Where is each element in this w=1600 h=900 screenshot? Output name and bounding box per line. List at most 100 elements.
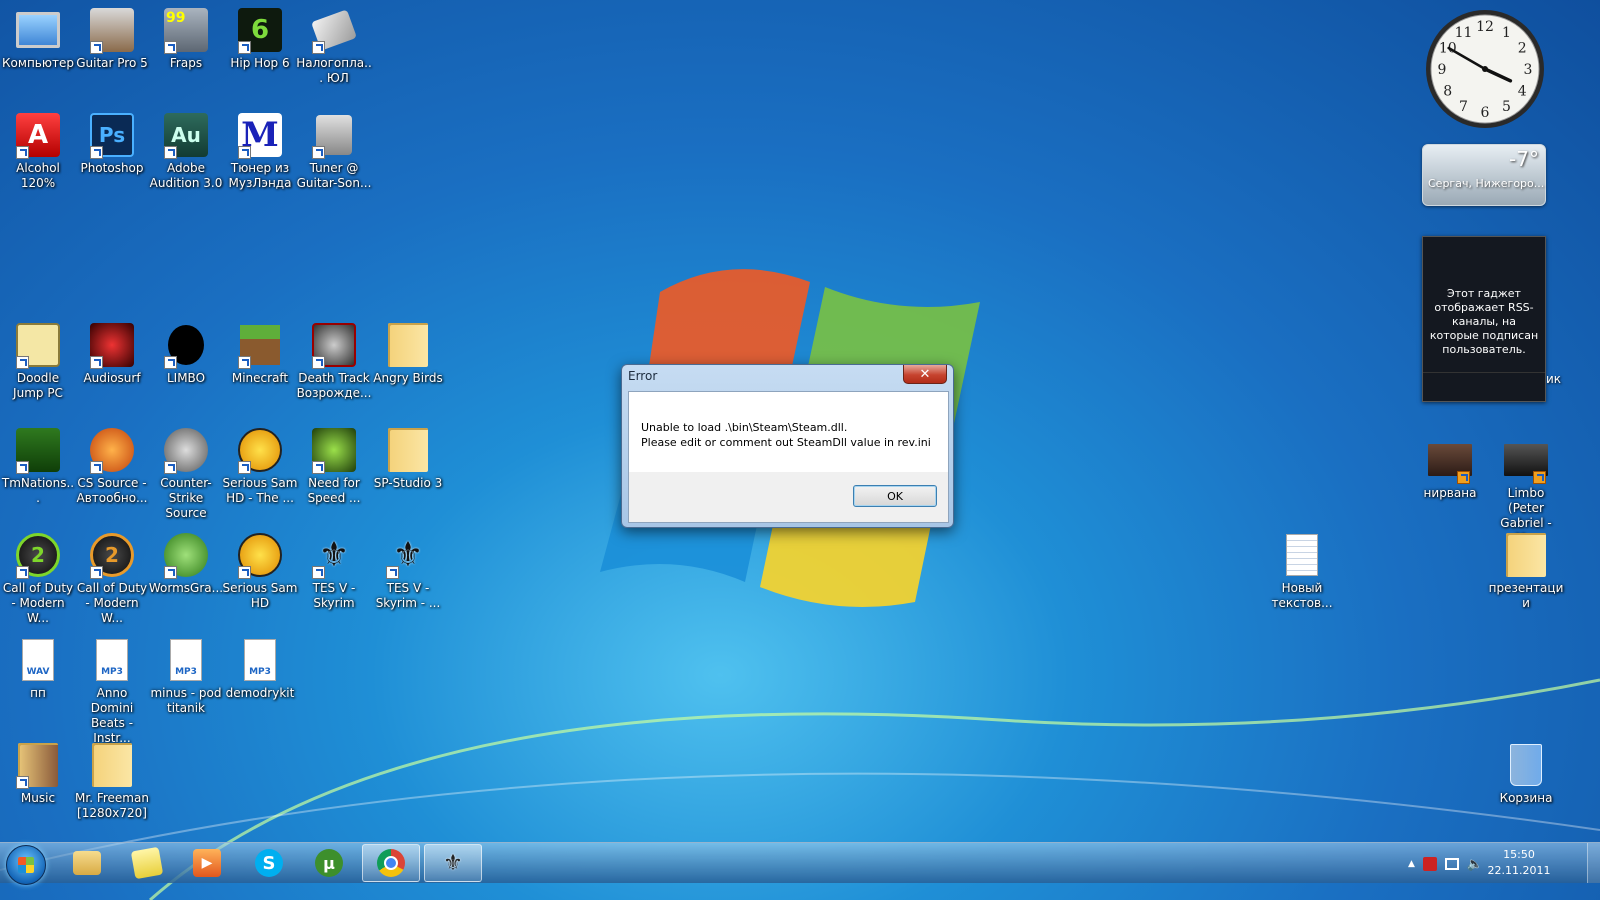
limbo-icon — [162, 321, 210, 369]
desktop-icon-tmnations[interactable]: TmNations... — [0, 426, 76, 506]
desktop-icon-photoshop[interactable]: Ps Photoshop — [74, 111, 150, 176]
shortcut-arrow-icon — [238, 41, 251, 54]
desktop-icon-music[interactable]: Music — [0, 741, 76, 806]
taskbar-chrome[interactable] — [362, 844, 420, 882]
desktop-icon-label: Serious Sam HD - The ... — [222, 476, 298, 505]
desktop-icon-limbo-video[interactable]: Limbo (Peter Gabriel - M... — [1488, 436, 1564, 546]
desktop-icon-minecraft[interactable]: Minecraft — [222, 321, 298, 386]
clock-numeral: 1 — [1502, 25, 1511, 41]
desktop-icon-skyrim[interactable]: ⚜ TES V - Skyrim — [296, 531, 372, 611]
desktop-icon-new-text-document[interactable]: Новый текстов... — [1264, 531, 1340, 611]
dialog-message-area: Unable to load .\bin\Steam\Steam.dll. Pl… — [629, 392, 948, 472]
show-hidden-icons-button[interactable]: ▲ — [1408, 859, 1415, 869]
shortcut-arrow-icon — [312, 146, 325, 159]
desktop-icon-serious-sam-hd-the[interactable]: Serious Sam HD - The ... — [222, 426, 298, 506]
desktop-icon-label: Fraps — [169, 56, 203, 70]
desktop-icon-hip-hop[interactable]: 6 Hip Hop 6 — [222, 6, 298, 71]
desktop-icon-cs-source-updater[interactable]: CS Source - Автообно... — [74, 426, 150, 506]
shortcut-arrow-icon — [16, 356, 29, 369]
counter-strike-icon — [162, 426, 210, 474]
desktop-icon-tuner-muzlend[interactable]: M Тюнер из МузЛэнда — [222, 111, 298, 191]
cs-updater-icon — [88, 426, 136, 474]
desktop-icon-label: Serious Sam HD — [222, 581, 298, 610]
close-button[interactable]: ✕ — [903, 365, 947, 384]
taskbar-clock[interactable]: 15:50 22.11.2011 — [1484, 847, 1554, 879]
desktop-icon-computer[interactable]: Компьютер — [0, 6, 76, 71]
taskbar-explorer[interactable] — [58, 844, 116, 882]
desktop-icon-doodle-jump[interactable]: Doodle Jump PC — [0, 321, 76, 401]
desktop-icon-recycle-bin[interactable]: Корзина — [1488, 741, 1564, 806]
serious-sam-icon — [236, 426, 284, 474]
desktop-icon-sp-studio[interactable]: SP-Studio 3 — [370, 426, 446, 491]
dialog-title: Error — [628, 369, 658, 383]
skyrim-icon: ⚜ — [384, 531, 432, 579]
desktop-icon-label: Mr. Freeman [1280x720] — [75, 791, 149, 820]
desktop-icon-mr-freeman[interactable]: Mr. Freeman [1280x720] — [74, 741, 150, 821]
desktop-icon-call-of-duty-2[interactable]: 2 Call of Duty - Modern W... — [74, 531, 150, 626]
desktop-icon-label: Adobe Audition 3.0 — [149, 161, 223, 190]
video-file-icon — [1502, 436, 1550, 484]
ok-button[interactable]: OK — [853, 485, 937, 507]
desktop-icon-minus-pod-titanik[interactable]: MP3 minus - pod titanik — [148, 636, 224, 716]
desktop-icon-guitar-pro[interactable]: Guitar Pro 5 — [74, 6, 150, 71]
weather-gadget[interactable]: -7° Сергач, Нижегоро... — [1422, 144, 1546, 206]
taskbar-media-player[interactable]: ▶ — [178, 844, 236, 882]
taskbar-skype[interactable]: S — [240, 844, 298, 882]
shortcut-arrow-icon — [312, 356, 325, 369]
desktop-icon-call-of-duty-1[interactable]: 2 Call of Duty - Modern W... — [0, 531, 76, 626]
taskbar-skyrim[interactable]: ⚜ — [424, 844, 482, 882]
desktop-icon-label: презентации — [1488, 581, 1564, 610]
desktop-icon-anno-domini[interactable]: MP3 Anno Domini Beats - Instr... — [74, 636, 150, 746]
network-icon[interactable] — [1444, 858, 1459, 870]
audio-file-icon: MP3 — [162, 636, 210, 684]
media-player-icon: ▶ — [193, 849, 221, 877]
desktop-icon-label: Тюнер из МузЛэнда — [228, 161, 292, 190]
shortcut-arrow-icon — [16, 146, 29, 159]
clock-gadget[interactable]: 12 1234567891011 — [1424, 8, 1546, 130]
clock-numeral: 9 — [1438, 62, 1447, 78]
show-desktop-button[interactable] — [1587, 843, 1600, 883]
computer-icon — [14, 6, 62, 54]
desktop-icon-prezentatsii[interactable]: презентации — [1488, 531, 1564, 611]
desktop-icon-pp-wav[interactable]: WAV пп — [0, 636, 76, 701]
desktop-icon-worms-golf[interactable]: WormsGra... — [148, 531, 224, 596]
desktop-icon-serious-sam-hd[interactable]: Serious Sam HD — [222, 531, 298, 611]
start-button[interactable] — [6, 845, 46, 885]
shortcut-arrow-icon — [90, 41, 103, 54]
desktop-icon-angry-birds[interactable]: Angry Birds — [370, 321, 446, 386]
desktop-icon-adobe-audition[interactable]: Au Adobe Audition 3.0 — [148, 111, 224, 191]
clock-numeral: 12 — [1476, 19, 1494, 35]
doodle-jump-icon — [14, 321, 62, 369]
desktop-icon-nalogoplatelshchik[interactable]: Налогопла... ЮЛ — [296, 6, 372, 86]
taskbar-sticky-notes[interactable] — [118, 844, 176, 882]
clock-numeral: 2 — [1518, 41, 1527, 57]
desktop-icon-tuner-guitar-sonic[interactable]: Tuner @ Guitar-Son... — [296, 111, 372, 191]
desktop-icon-demodrykit[interactable]: MP3 demodrykit — [222, 636, 298, 701]
shortcut-arrow-icon — [238, 146, 251, 159]
desktop-icon-need-for-speed[interactable]: Need for Speed ... — [296, 426, 372, 506]
shortcut-arrow-icon — [90, 356, 103, 369]
rss-gadget[interactable]: Этот гаджет отображает RSS-каналы, на ко… — [1422, 236, 1546, 402]
desktop-icon-counter-strike[interactable]: Counter-Strike Source — [148, 426, 224, 521]
error-dialog[interactable]: Error ✕ Unable to load .\bin\Steam\Steam… — [621, 364, 954, 528]
desktop-icon-audiosurf[interactable]: Audiosurf — [74, 321, 150, 386]
desktop-icon-death-track[interactable]: Death Track Возрожде... — [296, 321, 372, 401]
shortcut-arrow-icon — [312, 461, 325, 474]
volume-icon[interactable]: 🔈 — [1467, 857, 1483, 872]
desktop-icon-label: Need for Speed ... — [307, 476, 361, 505]
desktop-icon-nirvana[interactable]: нирвана — [1412, 436, 1488, 501]
shortcut-arrow-icon — [164, 41, 177, 54]
desktop-icon-skyrim-2[interactable]: ⚜ TES V - Skyrim - ... — [370, 531, 446, 611]
desktop-icon-label: Death Track Возрожде... — [296, 371, 372, 400]
clock-numeral: 8 — [1443, 84, 1452, 100]
skyrim-icon: ⚜ — [310, 531, 358, 579]
desktop-icon-alcohol[interactable]: A Alcohol 120% — [0, 111, 76, 191]
shortcut-arrow-icon — [164, 146, 177, 159]
fraps-icon: 99 — [162, 6, 210, 54]
taskbar-utorrent[interactable]: µ — [300, 844, 358, 882]
desktop-icon-fraps[interactable]: 99 Fraps — [148, 6, 224, 71]
desktop-icon-limbo[interactable]: LIMBO — [148, 321, 224, 386]
tmnations-icon — [14, 426, 62, 474]
clock-numeral: 11 — [1455, 25, 1473, 41]
antivirus-icon[interactable] — [1422, 857, 1437, 871]
